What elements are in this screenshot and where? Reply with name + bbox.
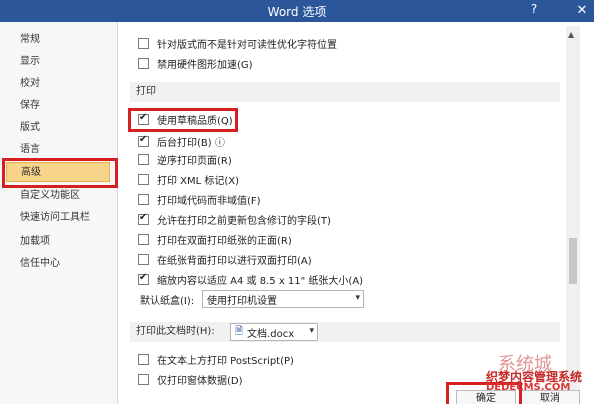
section-header-doc-print: 打印此文档时(H):	[130, 322, 560, 342]
sidebar-item-layout[interactable]: 版式	[6, 118, 110, 138]
option-row[interactable]: 针对版式而不是针对可读性优化字符位置	[138, 34, 337, 52]
option-label: 打印域代码而非域值(F)	[157, 195, 261, 207]
scroll-thumb[interactable]	[569, 238, 577, 284]
option-row[interactable]: 逆序打印页面(R)	[138, 150, 232, 168]
option-label: 允许在打印之前更新包含修订的字段(T)	[157, 215, 331, 227]
default-tray-value: 使用打印机设置	[207, 295, 277, 307]
checkbox[interactable]	[138, 173, 149, 185]
checkbox[interactable]	[138, 134, 149, 147]
document-select[interactable]: 🗎 文档.docx ▾	[230, 323, 318, 341]
option-row[interactable]: 后台打印(B) ⓘ	[138, 132, 225, 150]
option-row[interactable]: 仅打印窗体数据(D)	[138, 370, 243, 388]
chevron-down-icon: ▾	[309, 326, 314, 336]
checkbox[interactable]	[138, 153, 149, 165]
option-label: 在文本上方打印 PostScript(P)	[157, 355, 294, 367]
checkbox[interactable]	[138, 253, 149, 265]
checkbox[interactable]	[138, 373, 149, 385]
watermark: 系统城 织梦内容管理系统 DEDECMS.COM	[470, 350, 592, 404]
sidebar-item-trust-center[interactable]: 信任中心	[6, 254, 110, 274]
vertical-scrollbar[interactable]: ▲	[566, 26, 580, 404]
close-button[interactable]: ✕	[570, 0, 594, 22]
option-label: 在纸张背面打印以进行双面打印(A)	[157, 255, 312, 267]
default-tray-row: 默认纸盒(I):	[140, 290, 194, 308]
option-row[interactable]: 禁用硬件图形加速(G)	[138, 54, 253, 72]
section-header-print: 打印	[130, 82, 560, 102]
option-label: 后台打印(B) ⓘ	[157, 137, 225, 149]
watermark-line3: DEDECMS.COM	[486, 382, 571, 393]
option-label: 针对版式而不是针对可读性优化字符位置	[157, 39, 337, 51]
window-title: Word 选项	[267, 5, 327, 19]
option-label: 缩放内容以适应 A4 或 8.5 x 11" 纸张大小(A)	[157, 275, 364, 287]
doc-print-label: 打印此文档时(H):	[136, 326, 215, 337]
scroll-up-icon[interactable]: ▲	[568, 30, 574, 39]
option-row[interactable]: 允许在打印之前更新包含修订的字段(T)	[138, 210, 331, 228]
checkbox[interactable]	[138, 193, 149, 205]
sidebar-item-general[interactable]: 常规	[6, 30, 110, 50]
options-panel: 针对版式而不是针对可读性优化字符位置 禁用硬件图形加速(G) 打印 使用草稿品质…	[118, 22, 594, 404]
option-label: 打印 XML 标记(X)	[157, 175, 240, 187]
sidebar: 常规 显示 校对 保存 版式 语言 高级 自定义功能区 快速访问工具栏 加载项 …	[0, 22, 118, 404]
option-row[interactable]: 在文本上方打印 PostScript(P)	[138, 350, 294, 368]
option-label: 打印在双面打印纸张的正面(R)	[157, 235, 292, 247]
title-bar: Word 选项 ? ✕	[0, 0, 594, 22]
chevron-down-icon: ▾	[355, 293, 360, 303]
option-row[interactable]: 在纸张背面打印以进行双面打印(A)	[138, 250, 312, 268]
sidebar-item-save[interactable]: 保存	[6, 96, 110, 116]
document-icon: 🗎	[235, 325, 244, 337]
option-row[interactable]: 使用草稿品质(Q)	[138, 110, 233, 128]
option-label: 逆序打印页面(R)	[157, 155, 232, 167]
sidebar-item-quick-access[interactable]: 快速访问工具栏	[6, 208, 110, 228]
help-button[interactable]: ?	[526, 2, 542, 18]
option-row[interactable]: 打印 XML 标记(X)	[138, 170, 239, 188]
checkbox[interactable]	[138, 37, 149, 49]
default-tray-select[interactable]: 使用打印机设置 ▾	[202, 290, 364, 308]
checkbox[interactable]	[138, 353, 149, 365]
default-tray-label: 默认纸盒(I):	[140, 295, 195, 307]
option-label: 仅打印窗体数据(D)	[157, 375, 243, 387]
option-label: 使用草稿品质(Q)	[157, 115, 233, 127]
sidebar-item-advanced[interactable]: 高级	[6, 162, 110, 182]
sidebar-item-addins[interactable]: 加载项	[6, 232, 110, 252]
option-row[interactable]: 打印在双面打印纸张的正面(R)	[138, 230, 292, 248]
document-name: 文档.docx	[247, 328, 295, 340]
checkbox[interactable]	[138, 57, 149, 69]
sidebar-item-language[interactable]: 语言	[6, 140, 110, 160]
checkbox[interactable]	[138, 112, 149, 125]
option-row[interactable]: 打印域代码而非域值(F)	[138, 190, 261, 208]
sidebar-item-display[interactable]: 显示	[6, 52, 110, 72]
sidebar-item-customize-ribbon[interactable]: 自定义功能区	[6, 186, 110, 206]
checkbox[interactable]	[138, 233, 149, 245]
checkbox[interactable]	[138, 212, 149, 225]
checkbox[interactable]	[138, 272, 149, 285]
sidebar-item-proofing[interactable]: 校对	[6, 74, 110, 94]
option-row[interactable]: 缩放内容以适应 A4 或 8.5 x 11" 纸张大小(A)	[138, 270, 363, 288]
option-label: 禁用硬件图形加速(G)	[157, 59, 253, 71]
